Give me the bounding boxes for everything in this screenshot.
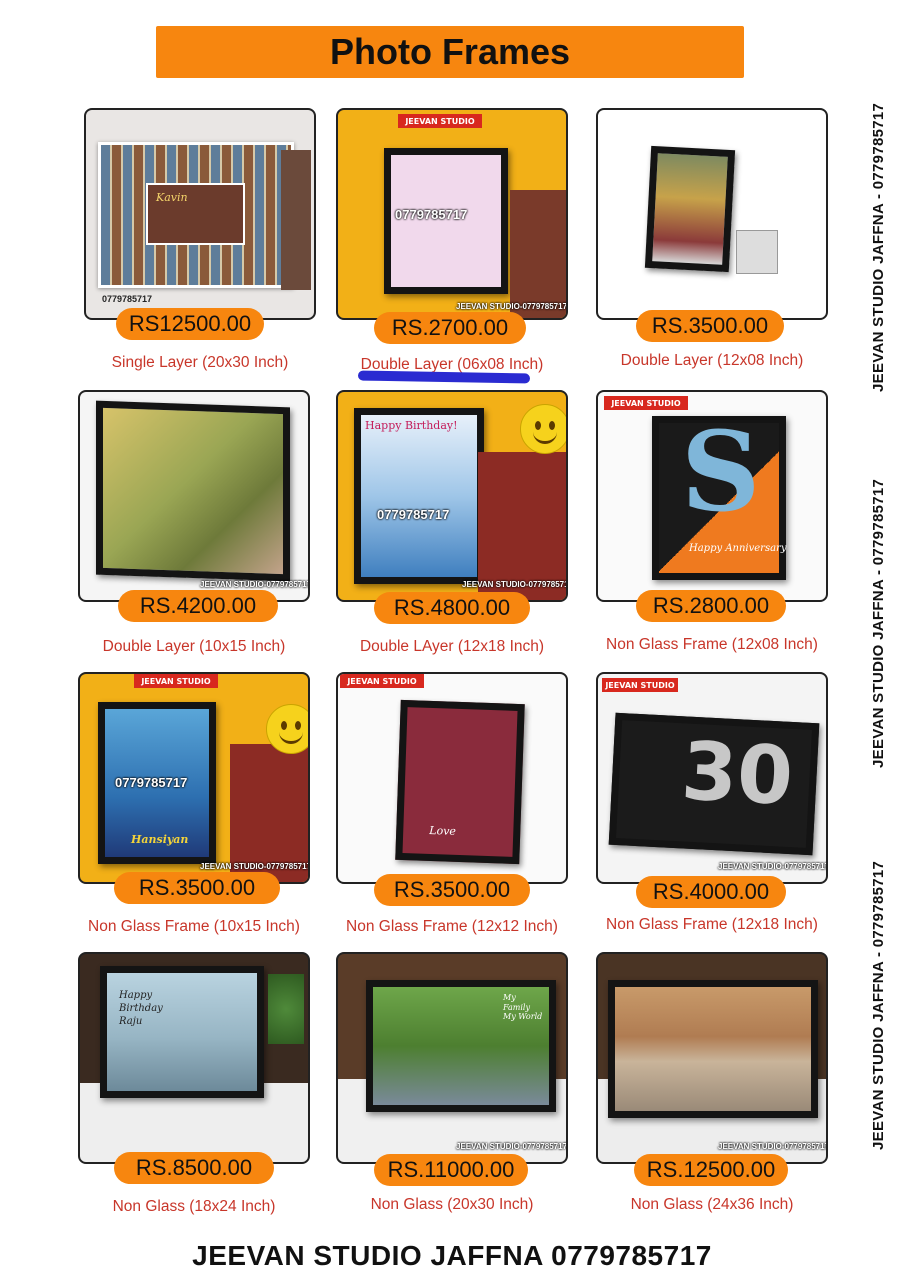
phone-watermark: 0779785717 <box>115 775 188 790</box>
page-title: Photo Frames <box>329 31 571 72</box>
side-label-text: JEEVAN STUDIO JAFFNA - 0779785717 <box>870 102 887 392</box>
collage-letter: S <box>681 407 761 536</box>
price-tag: RS.3500.00 <box>636 310 784 342</box>
studio-watermark: JEEVAN STUDIO-0779785717 <box>200 862 310 871</box>
product-description: Non Glass (18x24 Inch) <box>112 1198 276 1215</box>
frame-shape: Happy Birthday Raju <box>100 966 264 1098</box>
studio-watermark: JEEVAN STUDIO-0779785717 <box>462 580 568 589</box>
anniversary-text: Happy Anniversary <box>689 543 787 554</box>
family-text: My Family My World <box>503 993 543 1022</box>
product-photo: JEEVAN STUDIO Love <box>336 672 568 884</box>
name-text: Hansiyan <box>131 833 189 846</box>
price-tag: RS.11000.00 <box>374 1154 528 1186</box>
frame-shape: Happy Birthday! 0779785717 <box>354 408 484 584</box>
baby-photo: Kavin <box>146 183 245 245</box>
product-description: Single Layer (20x30 Inch) <box>111 354 289 371</box>
price-tag: RS12500.00 <box>116 308 264 340</box>
product-description: Non Glass (24x36 Inch) <box>630 1196 794 1213</box>
price-tag: RS.4000.00 <box>636 876 786 908</box>
product-photo: Happy Birthday! 0779785717 JEEVAN STUDIO… <box>336 390 568 602</box>
product-description: Non Glass Frame (12x08 Inch) <box>606 636 818 653</box>
studio-logo: JEEVAN STUDIO <box>602 678 678 692</box>
side-label-text: JEEVAN STUDIO JAFFNA - 0779785717 <box>870 860 887 1150</box>
smiley-icon <box>266 704 308 754</box>
collage-number: 30 <box>679 724 796 824</box>
price-tag: RS.4200.00 <box>118 590 278 622</box>
product-photo <box>596 108 828 320</box>
price-tag: RS.3500.00 <box>374 874 530 906</box>
hand-shape <box>281 150 311 290</box>
highlight-underline <box>357 370 531 384</box>
frame-shape: 30 <box>608 712 820 856</box>
person-shape <box>510 190 566 318</box>
product-photo: JEEVAN STUDIO 0779785717 Hansiyan JEEVAN… <box>78 672 310 884</box>
price-tag: RS.8500.00 <box>114 1152 274 1184</box>
product-photo: JEEVAN STUDIO-0779785717 <box>78 390 310 602</box>
price-tag: RS.3500.00 <box>114 872 280 904</box>
studio-logo: JEEVAN STUDIO <box>340 674 424 688</box>
product-description: Non Glass Frame (12x18 Inch) <box>606 916 818 933</box>
price-tag: RS.4800.00 <box>374 592 530 624</box>
frame-shape <box>608 980 818 1118</box>
phone-watermark: 0779785717 <box>102 294 153 304</box>
product-photo: JEEVAN STUDIO 0779785717 JEEVAN STUDIO-0… <box>336 108 568 320</box>
side-label-text: JEEVAN STUDIO JAFFNA - 0779785717 <box>870 478 887 768</box>
product-photo: JEEVAN STUDIO 30 JEEVAN STUDIO-077978571… <box>596 672 828 884</box>
birthday-text: Happy Birthday! <box>365 419 458 432</box>
studio-watermark: JEEVAN STUDIO-0779785717 <box>718 862 828 871</box>
frame-corner-detail <box>736 230 778 274</box>
studio-watermark: JEEVAN STUDIO-0779785717 <box>200 580 310 589</box>
product-description: Non Glass Frame (10x15 Inch) <box>88 918 300 935</box>
plant-shape <box>268 974 304 1044</box>
frame-shape: 0779785717 <box>384 148 508 294</box>
frame-shape <box>96 400 290 582</box>
studio-logo: JEEVAN STUDIO <box>398 114 482 128</box>
page-title-banner: Photo Frames <box>156 26 744 78</box>
collage-frame: Kavin <box>98 142 294 288</box>
frame-shape: Love <box>395 699 525 865</box>
collage-name-label: Kavin <box>156 191 188 204</box>
footer-contact: JEEVAN STUDIO JAFFNA 0779785717 <box>192 1240 712 1271</box>
product-description: Double LAyer (12x18 Inch) <box>359 638 545 655</box>
product-description: Double Layer (12x08 Inch) <box>620 352 804 369</box>
love-text: Love <box>429 823 457 838</box>
studio-logo: JEEVAN STUDIO <box>134 674 218 688</box>
birthday-text: Happy Birthday Raju <box>119 990 163 1027</box>
product-description: Double Layer (10x15 Inch) <box>102 638 286 655</box>
studio-watermark: JEEVAN STUDIO-0779785717 <box>718 1142 828 1151</box>
price-tag: RS.12500.00 <box>634 1154 788 1186</box>
studio-watermark: JEEVAN STUDIO-0779785717 <box>456 1142 568 1151</box>
price-tag: RS.2700.00 <box>374 312 526 344</box>
frame-shape: My Family My World <box>366 980 556 1112</box>
studio-logo: JEEVAN STUDIO <box>604 396 688 410</box>
product-photo: Happy Birthday Raju <box>78 952 310 1164</box>
product-photo: Kavin 0779785717 <box>84 108 316 320</box>
product-photo: My Family My World JEEVAN STUDIO-0779785… <box>336 952 568 1164</box>
product-photo: JEEVAN STUDIO S Happy Anniversary <box>596 390 828 602</box>
price-tag: RS.2800.00 <box>636 590 786 622</box>
frame-shape: S Happy Anniversary <box>652 407 787 580</box>
frame-shape: 0779785717 Hansiyan <box>98 702 216 864</box>
phone-watermark: 0779785717 <box>377 507 450 522</box>
frame-shape <box>644 145 736 273</box>
product-description: Non Glass Frame (12x12 Inch) <box>346 918 558 935</box>
product-photo: JEEVAN STUDIO-0779785717 <box>596 952 828 1164</box>
phone-watermark: 0779785717 <box>395 207 468 222</box>
product-description: Non Glass (20x30 Inch) <box>370 1196 534 1213</box>
studio-watermark: JEEVAN STUDIO-0779785717 <box>456 302 568 311</box>
smiley-icon <box>520 404 566 454</box>
